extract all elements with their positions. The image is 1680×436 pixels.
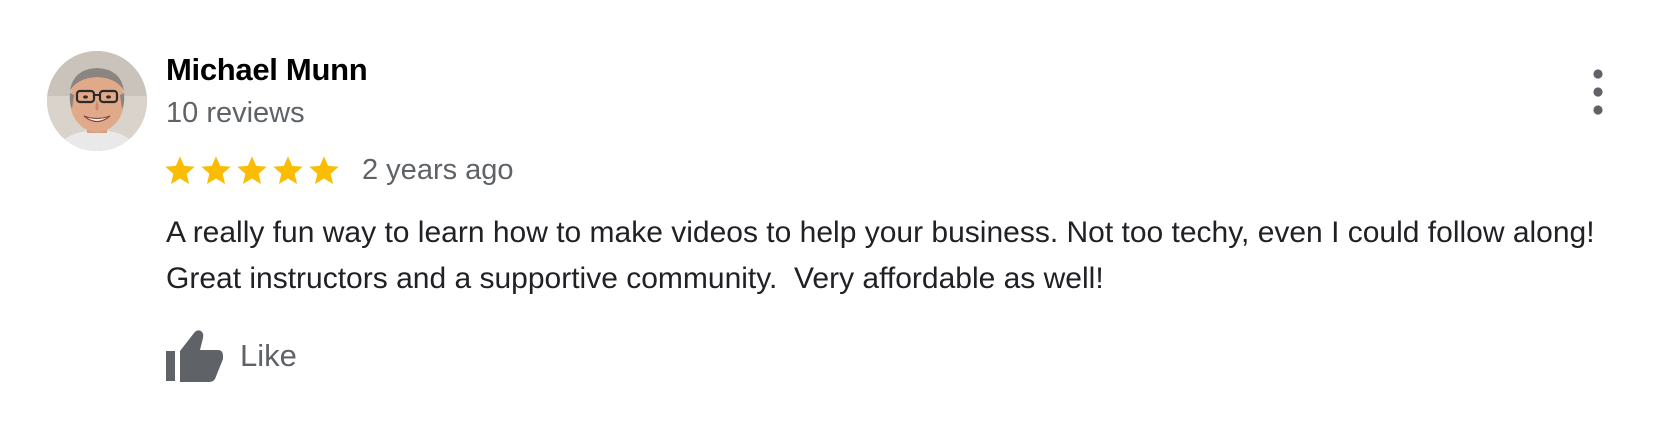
star-icon <box>165 155 195 184</box>
author-name[interactable]: Michael Munn <box>166 52 368 88</box>
star-rating <box>164 155 344 186</box>
rating-row: 2 years ago <box>164 150 514 190</box>
like-label: Like <box>240 338 297 373</box>
star-icon <box>309 155 339 184</box>
star-icon <box>237 155 267 184</box>
review-card: Michael Munn 10 reviews 2 years ago A re… <box>0 0 1680 436</box>
review-text: A really fun way to learn how to make vi… <box>166 216 1612 295</box>
avatar[interactable] <box>47 51 147 151</box>
thumb-up-icon <box>166 330 223 382</box>
star-icon <box>273 155 303 184</box>
more-options-button[interactable] <box>1580 66 1616 118</box>
review-date: 2 years ago <box>362 153 514 186</box>
avatar-photo <box>47 51 147 151</box>
like-button[interactable]: Like <box>166 326 297 386</box>
star-icon <box>201 155 231 184</box>
review-count[interactable]: 10 reviews <box>166 97 305 130</box>
more-vert-icon <box>1593 69 1603 115</box>
